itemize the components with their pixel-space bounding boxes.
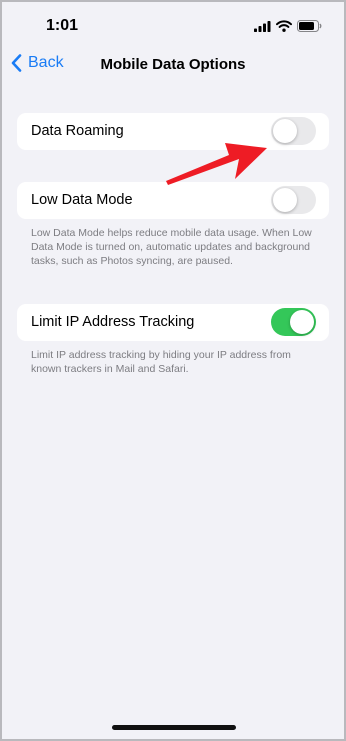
phone-screen: 1:01 Back Mobile Data Options Data Roami… bbox=[0, 0, 346, 741]
home-indicator bbox=[112, 725, 236, 730]
red-arrow-icon bbox=[166, 143, 267, 185]
